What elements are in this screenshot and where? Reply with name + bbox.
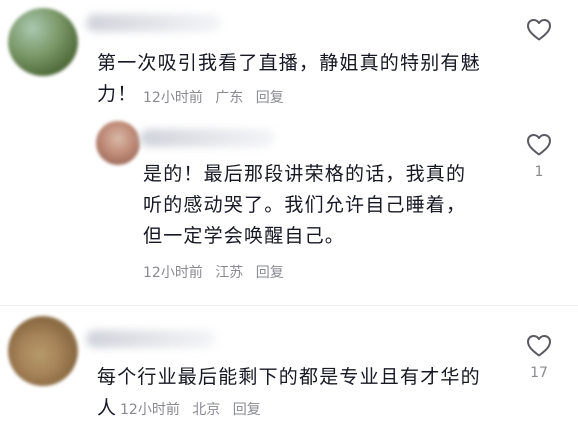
comment-meta: 12小时前 北京 回复 — [120, 400, 261, 420]
username[interactable] — [86, 330, 216, 348]
comment-text: 是的！最后那段讲荣格的话，我真的 听的感动哭了。我们允许自己睡着， 但一定学会唤… — [143, 163, 467, 247]
heart-outline-icon — [527, 335, 551, 357]
comment-time: 12小时前 — [143, 90, 203, 106]
like-count: 1 — [534, 164, 544, 180]
comment-time: 12小时前 — [120, 402, 180, 418]
comment-location: 广东 — [215, 90, 244, 106]
comment-time: 12小时前 — [143, 265, 203, 281]
avatar[interactable] — [8, 316, 78, 386]
comment-item: 是的！最后那段讲荣格的话，我真的 听的感动哭了。我们允许自己睡着， 但一定学会唤… — [0, 115, 578, 295]
comment-location: 江苏 — [215, 265, 244, 281]
username[interactable] — [86, 14, 221, 32]
like-button[interactable] — [524, 18, 554, 48]
like-count: 17 — [530, 365, 548, 381]
avatar[interactable] — [96, 121, 140, 165]
divider — [0, 305, 578, 306]
like-button[interactable]: 1 — [524, 133, 554, 181]
comment-meta: 12小时前 广东 回复 — [143, 88, 284, 108]
username[interactable] — [140, 129, 275, 147]
comment-item: 每个行业最后能剩下的都是专业且有才华的 人 12小时前 北京 回复 17 — [0, 308, 578, 434]
comment-location: 北京 — [192, 402, 221, 418]
heart-outline-icon — [527, 19, 551, 41]
like-button[interactable]: 17 — [524, 334, 554, 382]
heart-outline-icon — [527, 134, 551, 156]
avatar[interactable] — [8, 8, 78, 76]
reply-button[interactable]: 回复 — [256, 88, 284, 108]
reply-button[interactable]: 回复 — [233, 400, 261, 420]
reply-button[interactable]: 回复 — [256, 263, 284, 283]
comment-item: 第一次吸引我看了直播，静姐真的特别有魅 力！ 12小时前 广东 回复 — [0, 0, 578, 120]
comment-meta: 12小时前 江苏 回复 — [143, 263, 284, 283]
